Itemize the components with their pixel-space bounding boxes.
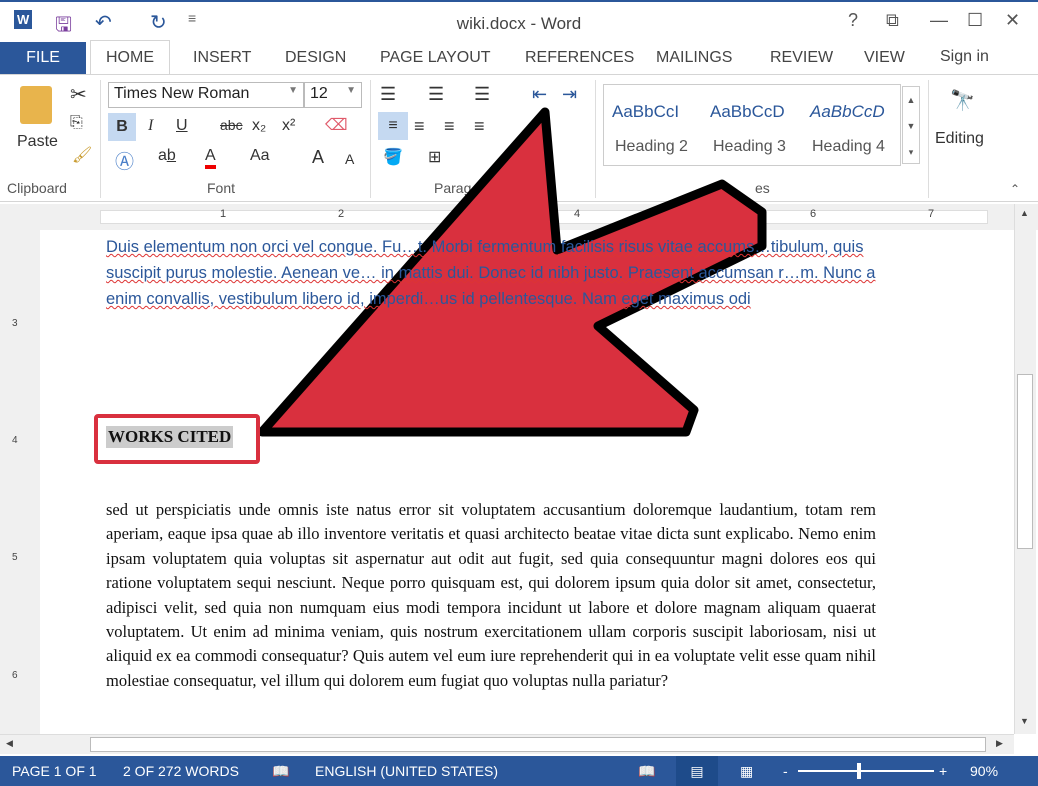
scroll-right-icon[interactable]: ▶: [996, 738, 1003, 749]
document-page[interactable]: Duis elementum non orci vel congue. Fu…t…: [40, 230, 1010, 735]
works-cited-heading[interactable]: WORKS CITED: [106, 426, 234, 448]
zoom-level[interactable]: 90%: [970, 763, 998, 779]
web-layout-icon[interactable]: ▦: [740, 763, 753, 780]
scroll-up-icon[interactable]: ▲: [1020, 208, 1029, 218]
paragraph-2[interactable]: sed ut perspiciatis unde omnis iste natu…: [106, 498, 876, 693]
page-count[interactable]: PAGE 1 OF 1: [12, 763, 97, 779]
scroll-thumb[interactable]: [1017, 374, 1033, 549]
word-count[interactable]: 2 OF 272 WORDS: [123, 763, 239, 779]
scroll-left-icon[interactable]: ◀: [6, 738, 13, 749]
zoom-slider[interactable]: [798, 770, 934, 772]
zoom-out-button[interactable]: -: [783, 763, 788, 779]
works-cited-highlight-box: WORKS CITED: [94, 414, 260, 464]
language[interactable]: ENGLISH (UNITED STATES): [315, 763, 498, 779]
read-mode-icon[interactable]: 📖: [638, 763, 655, 780]
paragraph-1[interactable]: Duis elementum non orci vel congue. Fu…t…: [106, 234, 876, 312]
horizontal-scrollbar[interactable]: ◀ ▶: [0, 734, 1014, 754]
vertical-scrollbar[interactable]: ▲ ▼: [1014, 204, 1036, 734]
print-layout-icon[interactable]: ▤: [676, 756, 718, 786]
scroll-down-icon[interactable]: ▼: [1020, 716, 1029, 726]
proofing-icon[interactable]: 📖: [272, 763, 289, 780]
zoom-in-button[interactable]: +: [939, 763, 947, 779]
h-scroll-thumb[interactable]: [90, 737, 986, 752]
status-bar: PAGE 1 OF 1 2 OF 272 WORDS 📖 ENGLISH (UN…: [0, 756, 1038, 786]
zoom-slider-handle[interactable]: [857, 763, 861, 779]
